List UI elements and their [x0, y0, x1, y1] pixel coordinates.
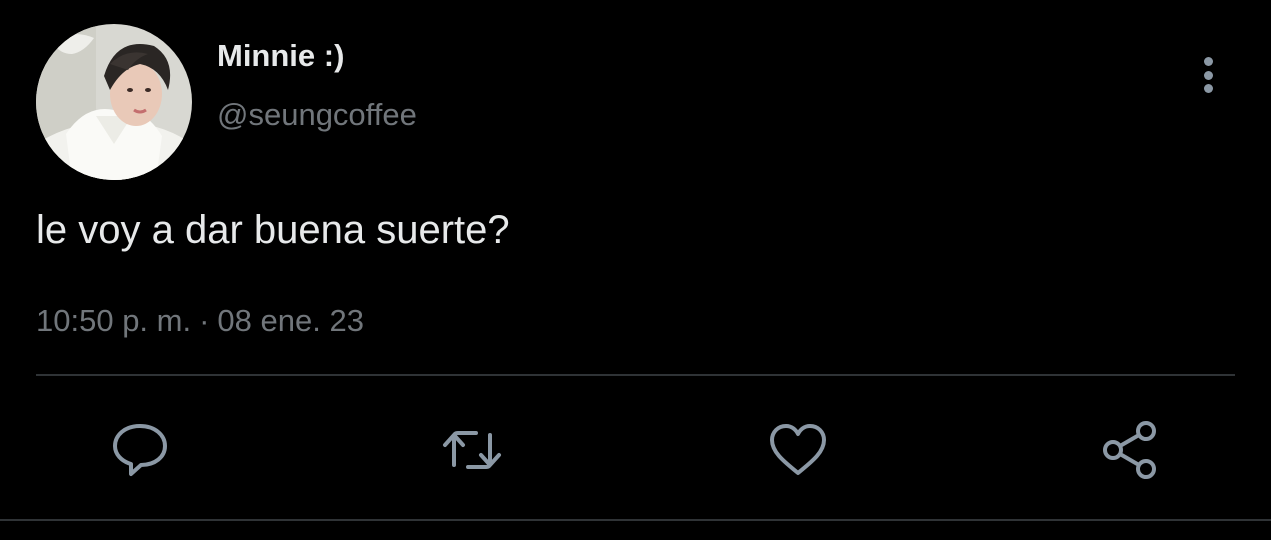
tweet-text: le voy a dar buena suerte? [36, 208, 510, 252]
tweet-timestamp[interactable]: 10:50 p. m. · 08 ene. 23 [36, 303, 364, 339]
reply-button[interactable] [108, 418, 172, 482]
bottom-divider [0, 519, 1271, 521]
tweet-detail: Minnie :) @seungcoffee le voy a dar buen… [0, 0, 1271, 540]
user-handle[interactable]: @seungcoffee [217, 97, 417, 133]
more-options-icon-dot [1203, 70, 1213, 80]
avatar-photo [36, 24, 192, 180]
retweet-button[interactable] [440, 418, 504, 482]
like-button[interactable] [766, 418, 830, 482]
tweet-time: 10:50 p. m. [36, 303, 192, 338]
reply-icon [113, 424, 167, 476]
tweet-date: 08 ene. 23 [217, 303, 364, 338]
meta-separator: · [199, 303, 210, 338]
display-name[interactable]: Minnie :) [217, 38, 344, 74]
share-button[interactable] [1098, 418, 1162, 482]
retweet-icon [443, 431, 501, 469]
avatar[interactable] [36, 24, 192, 180]
more-options-button[interactable] [1190, 54, 1226, 96]
more-options-icon [1203, 57, 1213, 66]
share-icon [1103, 421, 1156, 479]
heart-icon [770, 424, 826, 475]
more-options-icon-dot [1203, 84, 1213, 93]
divider [36, 374, 1235, 376]
